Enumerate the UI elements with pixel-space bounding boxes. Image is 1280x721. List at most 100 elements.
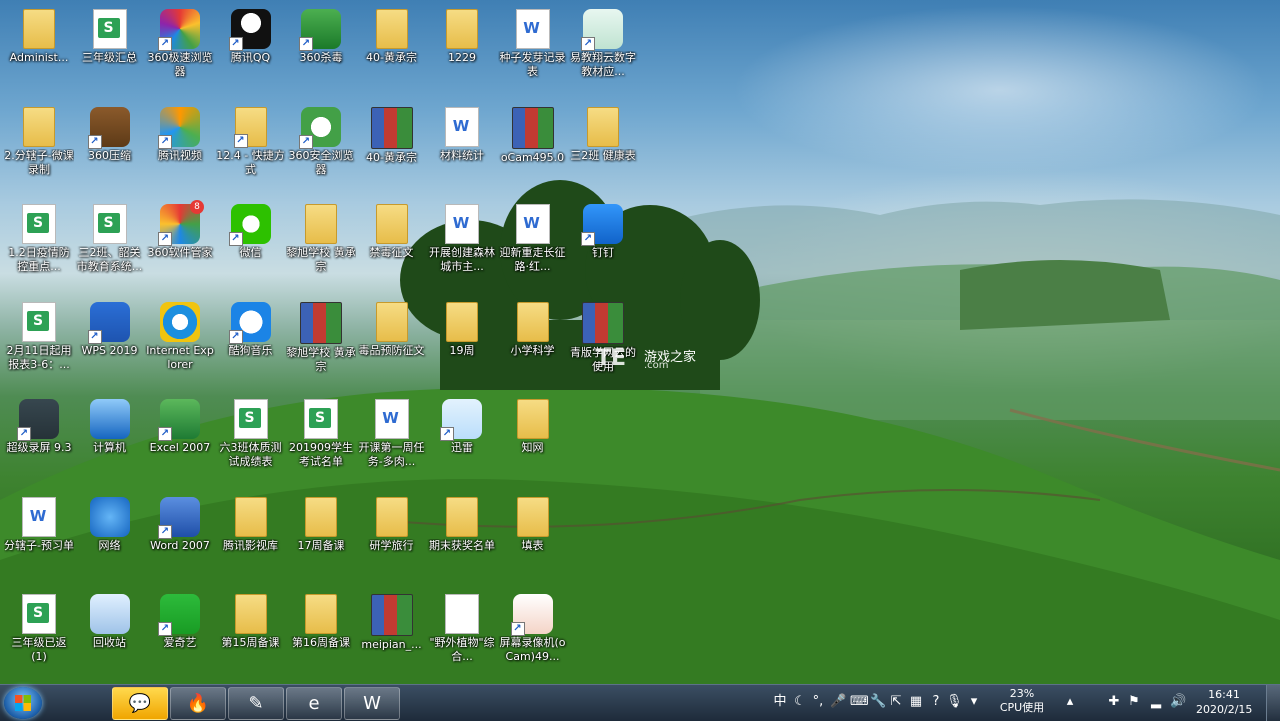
help-icon[interactable]: ? [928,694,944,710]
desktop-icon[interactable]: 六3班体质测试成绩表 [216,392,286,486]
desktop-icon[interactable]: 201909学生考试名单 [286,392,356,486]
dropdown-arrow-icon[interactable]: ▾ [966,694,982,710]
clock[interactable]: 16:41 2020/2/15 [1196,687,1252,717]
desktop-icon[interactable]: 迎新重走长征路·红... [498,197,568,291]
show-hidden-icons-icon[interactable]: ▴ [1062,694,1078,710]
desktop-icon[interactable]: ↗ 爱奇艺 [145,587,215,681]
desktop-icon[interactable]: 材料统计 [427,100,497,194]
desktop-icon[interactable]: 网络 [75,490,145,584]
desktop-icon[interactable]: 分辖子-预习单 [4,490,74,584]
word-document-icon [515,9,550,49]
desktop-icon[interactable]: ↗ 超级录屏 9.3 [4,392,74,486]
volume-icon[interactable]: 🔊 [1170,694,1186,710]
desktop-icon[interactable]: 黎旭学校 黄承宗 [286,197,356,291]
desktop-icon[interactable]: ↗ 易教翔云数字教材应... [568,2,638,96]
desktop-icon-label: 易教翔云数字教材应... [570,51,636,78]
desktop-icon[interactable]: ↗ 钉钉 [568,197,638,291]
desktop-icon-label: 材料统计 [440,148,484,162]
desktop-icon[interactable]: 1.2日疫情防控重点... [4,197,74,291]
spreadsheet-file-icon [22,594,56,634]
signal-icon[interactable]: ▂ [1148,694,1164,710]
desktop-icon[interactable]: Internet Explorer [145,295,215,389]
desktop-icon[interactable]: 计算机 [75,392,145,486]
desktop-icon[interactable]: 小学科学 [498,295,568,389]
shortcut-arrow-icon: ↗ [510,622,525,636]
desktop-icon[interactable]: ↗ 微信 [216,197,286,291]
desktop-icon[interactable]: 期末获奖名单 [427,490,497,584]
security-shield-icon[interactable]: ✚ [1106,694,1122,710]
desktop-icon[interactable]: ↗ 360压缩 [75,100,145,194]
grid-icon[interactable]: ▦ [908,694,924,710]
desktop-icon[interactable]: 第16周备课 [286,587,356,681]
desktop-icon[interactable]: ↗ 腾讯QQ [216,2,286,96]
wrench-icon[interactable]: 🔧 [870,694,886,710]
desktop-icon[interactable]: ↗ 腾讯视频 [145,100,215,194]
desktop-icon[interactable]: 三年级已返(1) [4,587,74,681]
desktop-icon[interactable]: 黎旭学校 黄承宗 [286,295,356,389]
flag-icon[interactable]: ⚑ [1126,694,1142,710]
taskbar-button-wechat[interactable]: 💬 [112,687,168,720]
desktop-icon[interactable]: 毒品预防征文 [357,295,427,389]
microphone-icon[interactable]: 🎤 [830,694,846,710]
360-software-manager-icon: 8 ↗ [158,200,204,246]
desktop-icon[interactable]: 回收站 [75,587,145,681]
desktop-icon[interactable]: 填表 [498,490,568,584]
desktop-icon[interactable]: ↗ 12.4 - 快捷方式 [216,100,286,194]
desktop-icon[interactable]: meipian_... [357,587,427,681]
show-desktop-button[interactable] [1266,685,1280,721]
desktop-icon[interactable]: oCam495.0 [498,100,568,194]
ime-indicator[interactable]: 中 [772,694,788,710]
start-button[interactable] [4,687,42,719]
cpu-meter[interactable]: 23% CPU使用 [994,687,1050,719]
desktop-icon[interactable]: ↗ 迅雷 [427,392,497,486]
desktop-icon[interactable]: 40-黄承宗 [357,100,427,194]
desktop-icon[interactable]: 知网 [498,392,568,486]
desktop-icon[interactable]: ↗ 360安全浏览器 [286,100,356,194]
desktop-icon[interactable]: 40-黄承宗 [357,2,427,96]
desktop-icon-label: 腾讯视频 [158,148,202,162]
keyboard-icon[interactable]: ⌨ [850,694,869,710]
watermark: TE 游戏之家 .com [596,344,706,376]
taskbar-button-fire-app[interactable]: 🔥 [170,687,226,720]
shortcut-arrow-icon: ↗ [299,134,313,149]
desktop-icon[interactable]: 研学旅行 [357,490,427,584]
watermark-logo: TE [596,346,627,371]
desktop-icon[interactable]: 禁毒征文 [357,197,427,291]
taskbar-button-textbook-app[interactable]: ✎ [228,687,284,720]
expand-icon[interactable]: ⇱ [888,694,904,710]
desktop-icon[interactable]: Administ... [4,2,74,96]
desktop-icon[interactable]: 三2班 健康表 [568,100,638,194]
desktop-icon[interactable]: 17周备课 [286,490,356,584]
folder-icon [516,301,549,342]
taskbar-button-360-browser[interactable]: e [286,687,342,720]
desktop-icon[interactable]: 2.分辖子-微课录制 [4,100,74,194]
folder-icon [446,496,478,537]
desktop-icon[interactable]: ↗ WPS 2019 [75,295,145,389]
desktop-icon[interactable]: "野外植物"综合... [427,587,497,681]
desktop-icon[interactable]: 19周 [427,295,497,389]
desktop-icon[interactable]: 三2班、韶关市教育系统... [75,197,145,291]
desktop-icon[interactable]: ↗ 屏幕录像机(oCam)49... [498,587,568,681]
desktop-icon-label: 回收站 [93,636,126,649]
punctuation-icon[interactable]: °, [810,694,826,710]
desktop-icon[interactable]: 8 ↗ 360软件管家 [145,197,215,291]
moon-icon[interactable]: ☾ [792,694,808,710]
folder-icon [375,301,408,342]
microphone-tray-icon[interactable]: 🎙 [946,694,963,710]
desktop-icon-label: 三年级已返(1) [11,636,67,663]
desktop-icon[interactable]: 开展创建森林城市主... [427,197,497,291]
desktop-icon[interactable]: 2月11日起用报表3-6：... [4,295,74,389]
desktop-icon[interactable]: ↗ Word 2007 [145,490,215,584]
desktop-icon[interactable]: 三年级汇总 [75,2,145,96]
desktop-icon[interactable]: ↗ 360极速浏览器 [145,2,215,96]
desktop-icon[interactable]: ↗ Excel 2007 [145,392,215,486]
desktop-icon[interactable]: ↗ 360杀毒 [286,2,356,96]
desktop-icon-label: 研学旅行 [369,538,414,552]
desktop-icon[interactable]: 第15周备课 [216,587,286,681]
desktop-icon[interactable]: 1229 [427,2,497,96]
desktop-icon[interactable]: 种子发芽记录表 [498,2,568,96]
desktop-icon[interactable]: 开课第一周任务-多肉... [357,392,427,486]
taskbar-button-wps[interactable]: W [344,687,400,720]
desktop-icon[interactable]: 腾讯影视库 [216,490,286,584]
desktop-icon[interactable]: ↗ 酷狗音乐 [216,295,286,389]
